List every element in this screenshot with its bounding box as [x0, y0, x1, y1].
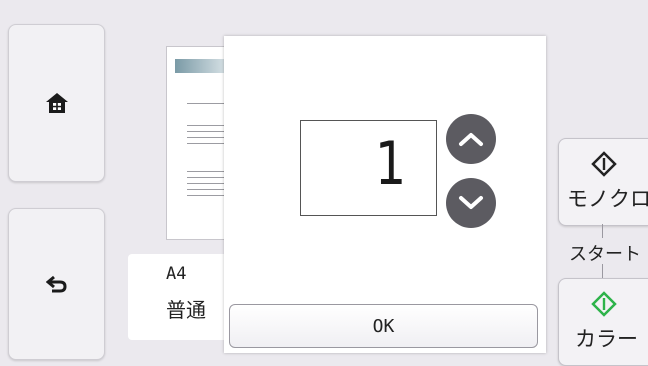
divider-line — [602, 264, 603, 278]
mono-start-button[interactable]: モノクロ — [558, 138, 648, 226]
home-icon — [45, 93, 68, 113]
copies-count: 1 — [374, 129, 406, 199]
home-button[interactable] — [8, 24, 105, 182]
start-label: スタート — [569, 244, 641, 265]
increase-button[interactable] — [446, 114, 496, 164]
divider-line — [602, 224, 603, 238]
copies-dialog: 1 OK — [224, 36, 546, 353]
decrease-button[interactable] — [446, 178, 496, 228]
chevron-up-icon — [459, 133, 483, 146]
paper-settings[interactable]: A4 普通 — [128, 254, 228, 340]
mono-start-label: モノクロ — [567, 187, 648, 211]
paper-size: A4 — [166, 264, 187, 284]
back-button[interactable] — [8, 208, 105, 360]
paper-type: 普通 — [166, 298, 206, 322]
start-diamond-icon — [591, 291, 617, 317]
ok-button[interactable]: OK — [229, 304, 538, 348]
document-preview — [166, 46, 232, 240]
start-diamond-icon — [591, 151, 617, 177]
copies-count-field[interactable]: 1 — [300, 120, 437, 216]
back-arrow-icon — [45, 275, 67, 293]
chevron-down-icon — [459, 196, 483, 209]
color-start-button[interactable]: カラー — [558, 278, 648, 366]
color-start-label: カラー — [575, 327, 638, 351]
